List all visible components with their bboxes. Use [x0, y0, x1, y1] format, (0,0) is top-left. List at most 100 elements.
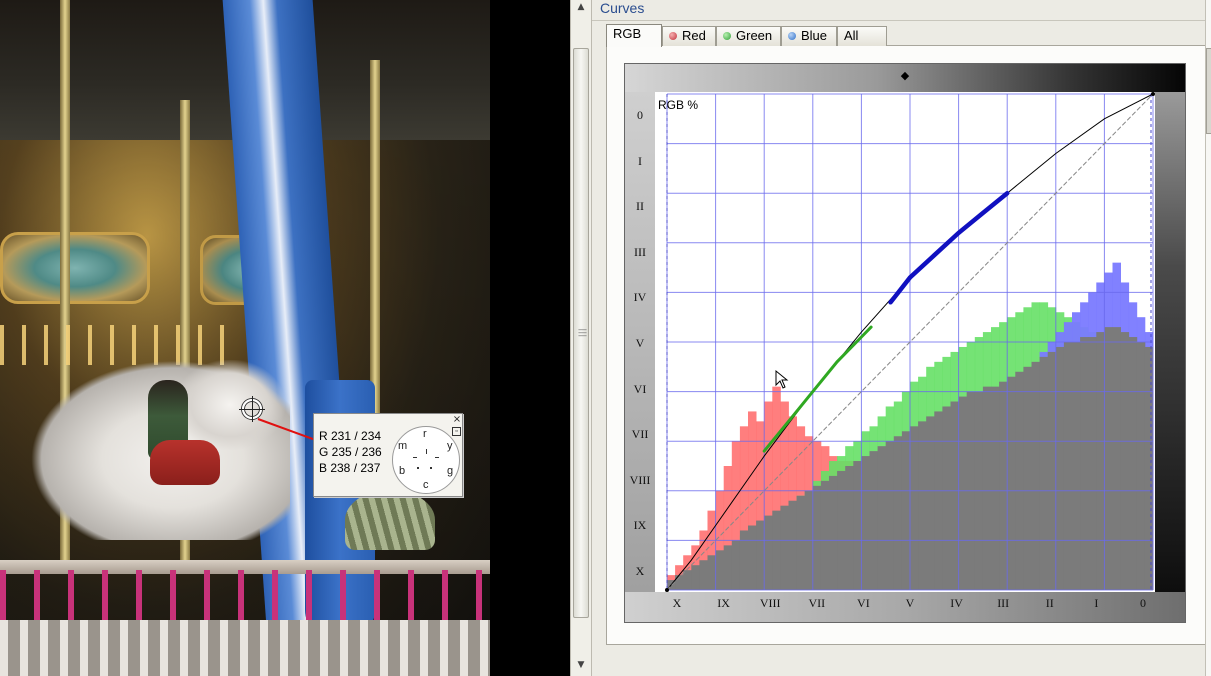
- y-tick-label: V: [635, 336, 645, 350]
- histogram-bar-gray: [926, 416, 935, 590]
- histogram-bar-gray: [885, 441, 895, 590]
- histogram-bar-gray: [950, 401, 959, 590]
- histogram-bar-gray: [829, 475, 838, 590]
- histogram-bar-gray: [901, 431, 911, 590]
- y-tick-label: IX: [633, 518, 647, 533]
- photo-lights: [0, 325, 240, 365]
- dial-tick: [413, 457, 417, 458]
- histogram-bar-gray: [1104, 327, 1113, 590]
- curves-chart[interactable]: [655, 92, 1155, 592]
- color-probe-crosshair-icon[interactable]: [239, 396, 265, 422]
- photo-pole: [370, 60, 380, 420]
- photo-ornament-panel: [0, 232, 150, 304]
- histogram-bar-gray: [820, 480, 830, 590]
- scrollbar-thumb[interactable]: [1206, 48, 1211, 134]
- histogram-bar-gray: [1144, 346, 1154, 590]
- histogram-bar-gray: [796, 495, 806, 590]
- scrollbar-grip-icon: — — —: [578, 325, 587, 341]
- dial-label-c: c: [423, 479, 429, 491]
- divider: [592, 20, 1211, 21]
- histogram-bar-gray: [910, 426, 919, 590]
- scroll-down-arrow-icon[interactable]: ▼: [571, 656, 591, 674]
- histogram-bar-gray: [958, 396, 968, 590]
- dial-label-y: y: [447, 440, 453, 452]
- histogram-bar-gray: [1112, 327, 1121, 590]
- histogram-bar-gray: [812, 485, 822, 590]
- blue-segment-line: [888, 190, 1010, 305]
- curves-plot-area[interactable]: RGB %: [655, 92, 1155, 592]
- photo-shell: [345, 490, 435, 550]
- histogram-bar-gray: [707, 555, 716, 590]
- y-tick-label: III: [634, 244, 646, 259]
- color-probe-readout[interactable]: × ▫ R 231 / 234 G 235 / 236 B 238 / 237 …: [313, 413, 463, 497]
- y-tick-label: IV: [633, 290, 647, 305]
- histogram-bar-gray: [1063, 342, 1073, 590]
- right-scrollbar[interactable]: [1205, 0, 1211, 676]
- x-tick-label: V: [905, 596, 915, 610]
- y-tick-label: VIII: [629, 472, 651, 487]
- tab-green[interactable]: Green: [716, 26, 781, 46]
- histogram-bar-gray: [1023, 366, 1032, 590]
- histogram-bar-gray: [869, 451, 878, 590]
- x-tick-label: IV: [950, 596, 963, 610]
- histogram-bar-gray: [731, 540, 741, 590]
- photo-saddle: [150, 440, 220, 485]
- photo-canvas[interactable]: × ▫ R 231 / 234 G 235 / 236 B 238 / 237 …: [0, 0, 490, 676]
- dial-tick: [435, 457, 439, 458]
- close-icon[interactable]: ×: [452, 415, 462, 425]
- x-tick-label: IX: [717, 596, 730, 610]
- tab-blue[interactable]: Blue: [781, 26, 837, 46]
- scroll-up-arrow-icon[interactable]: ▲: [571, 0, 591, 16]
- histogram-bar-gray: [748, 525, 757, 590]
- probe-blue-value: B 238 / 237: [319, 461, 381, 475]
- histogram-bar-gray: [764, 515, 773, 590]
- histogram-bar-gray: [1047, 351, 1057, 590]
- app-window: × ▫ R 231 / 234 G 235 / 236 B 238 / 237 …: [0, 0, 1211, 676]
- probe-green-value: G 235 / 236: [319, 445, 382, 459]
- histogram-bar-gray: [715, 550, 725, 590]
- panel-title: Curves: [600, 0, 645, 16]
- photo-horse-head: [175, 360, 285, 450]
- histogram-bar-gray: [893, 436, 903, 590]
- green-channel-dot-icon: [723, 32, 731, 40]
- dial-label-b: b: [399, 465, 406, 477]
- histogram-bar-gray: [853, 461, 862, 590]
- histogram-bar-gray: [1088, 337, 1097, 590]
- curve-endpoint-marker: [665, 588, 669, 592]
- y-tick-label: VI: [633, 381, 647, 396]
- histogram-bar-gray: [780, 505, 789, 590]
- histogram-bar-gray: [699, 560, 708, 590]
- vertical-scrollbar[interactable]: ▲ — — — ▼: [570, 0, 592, 676]
- histogram-bar-gray: [1007, 376, 1016, 590]
- histogram-bar-gray: [1096, 332, 1105, 590]
- tab-all[interactable]: All: [837, 26, 887, 46]
- histogram-bar-gray: [756, 520, 765, 590]
- histogram-bar-gray: [982, 386, 992, 590]
- tab-rgb[interactable]: RGB: [606, 24, 662, 47]
- pin-icon[interactable]: ▫: [452, 427, 461, 436]
- histogram-bar-gray: [1015, 371, 1024, 590]
- y-tick-label: II: [636, 199, 644, 214]
- x-tick-label: I: [1094, 596, 1099, 610]
- dial-tick: [430, 467, 432, 469]
- midpoint-marker-icon[interactable]: ◆: [899, 70, 911, 81]
- histogram-bar-gray: [877, 446, 887, 590]
- workspace-background: [490, 0, 570, 676]
- tab-label: Green: [736, 28, 773, 43]
- dial-label-m: m: [398, 440, 408, 452]
- hue-dial: r y g c b m: [392, 426, 460, 494]
- histogram-bar-gray: [691, 565, 700, 590]
- y-tick-label: X: [635, 564, 645, 578]
- dial-tick: [426, 449, 427, 454]
- x-tick-label: VI: [857, 596, 870, 610]
- curves-panel: Curves RGB Red Green Blue All ◆ RGB % 0 …: [592, 0, 1211, 676]
- dial-label-r: r: [423, 428, 427, 440]
- histogram-bar-gray: [861, 456, 870, 590]
- histogram-bar-gray: [837, 470, 846, 590]
- scrollbar-thumb[interactable]: — — —: [573, 48, 589, 618]
- right-gradient-bar: [1155, 92, 1185, 592]
- y-tick-label: I: [638, 153, 642, 168]
- dial-label-g: g: [447, 465, 454, 477]
- x-tick-label: 0: [1140, 596, 1146, 610]
- tab-red[interactable]: Red: [662, 26, 716, 46]
